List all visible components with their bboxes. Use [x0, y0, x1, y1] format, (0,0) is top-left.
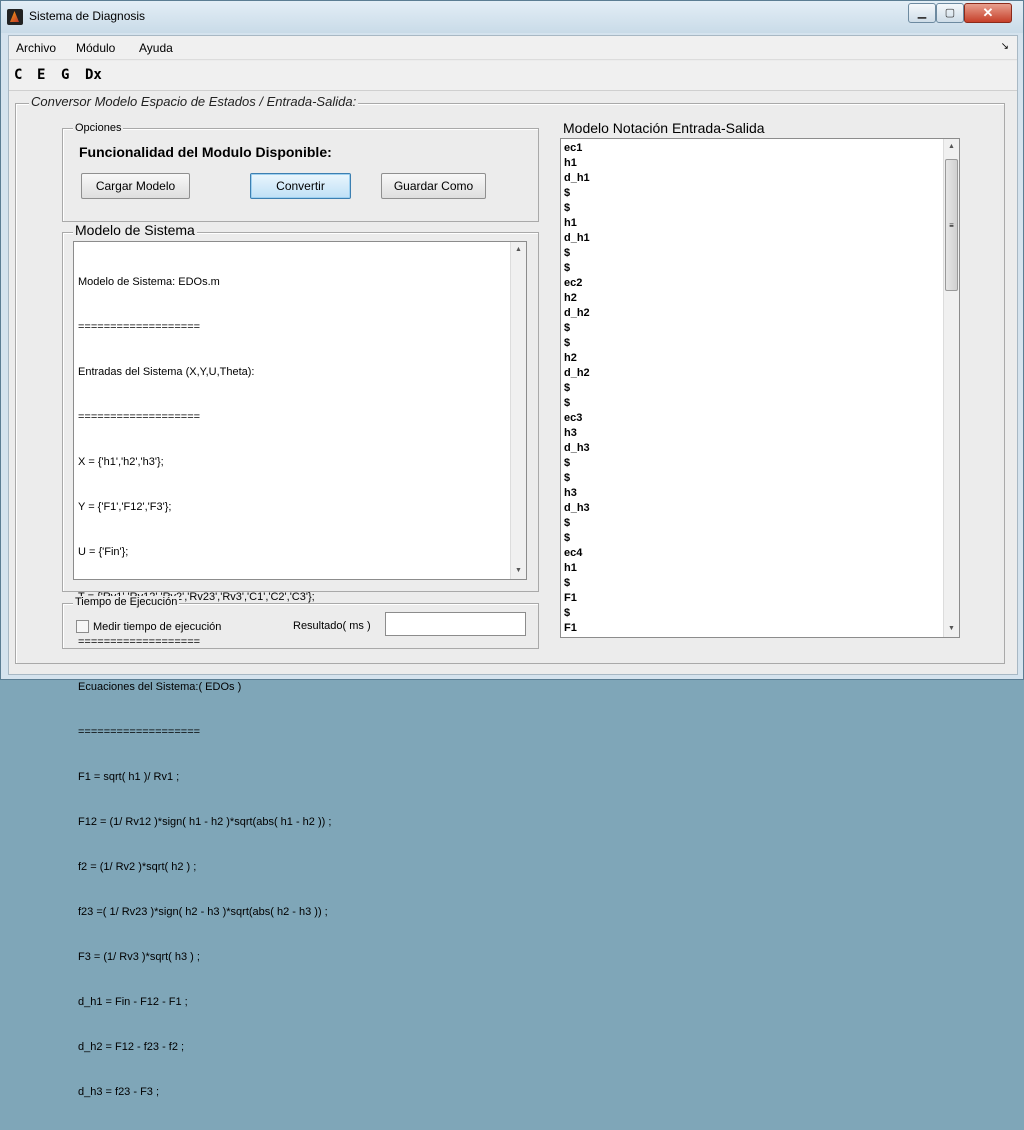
list-item[interactable]: $: [564, 201, 934, 216]
list-item[interactable]: h2: [564, 291, 934, 306]
list-item[interactable]: F1: [564, 621, 934, 636]
list-item[interactable]: $: [564, 186, 934, 201]
save-as-button[interactable]: Guardar Como: [381, 173, 486, 199]
load-model-button[interactable]: Cargar Modelo: [81, 173, 190, 199]
code-line: d_h3 = f23 - F3 ;: [78, 1086, 160, 1098]
execution-time-panel-title: Tiempo de Ejecución: [73, 596, 180, 608]
system-model-panel-title: Modelo de Sistema: [73, 222, 197, 238]
app-window: Sistema de Diagnosis ▁ ▢ ✕ Archivo Módul…: [0, 0, 1024, 1098]
code-line: U = {'Fin'};: [78, 546, 129, 558]
scroll-up-icon[interactable]: ▲: [944, 139, 959, 155]
list-item[interactable]: d_h2: [564, 306, 934, 321]
menu-ayuda[interactable]: Ayuda: [139, 41, 173, 55]
measure-time-label: Medir tiempo de ejecución: [93, 621, 222, 633]
tool-e-button[interactable]: E: [37, 67, 45, 83]
tool-g-button[interactable]: G: [61, 67, 69, 83]
scroll-down-icon[interactable]: ▼: [944, 621, 959, 637]
toolbar: C E G Dx: [9, 61, 1017, 91]
code-line: d_h1 = Fin - F12 - F1 ;: [78, 996, 188, 1008]
maximize-button[interactable]: ▢: [936, 3, 964, 23]
list-item[interactable]: h1: [564, 156, 934, 171]
menu-overflow-icon[interactable]: ↘: [1001, 41, 1009, 52]
result-ms-input[interactable]: [385, 612, 526, 636]
menu-archivo[interactable]: Archivo: [16, 41, 56, 55]
result-ms-label: Resultado( ms ): [293, 620, 371, 632]
title-bar[interactable]: Sistema de Diagnosis ▁ ▢ ✕: [1, 1, 1023, 33]
client-area: Archivo Módulo Ayuda ↘ C E G Dx Converso…: [8, 35, 1018, 1098]
list-item[interactable]: $: [564, 576, 934, 591]
list-item[interactable]: $: [564, 456, 934, 471]
list-item[interactable]: h1: [564, 216, 934, 231]
code-line: f23 =( 1/ Rv23 )*sign( h2 - h3 )*sqrt(ab…: [78, 906, 328, 918]
menu-bar: Archivo Módulo Ayuda ↘: [9, 36, 1017, 60]
io-model-lines: ec1 h1 d_h1 $ $ h1 d_h1 $ $ ec2 h2 d_h2 $ $ h2 d_h2 $ $ ec…: [564, 141, 934, 637]
list-item[interactable]: ec4: [564, 546, 934, 561]
system-model-textbox[interactable]: Modelo de Sistema: EDOs.m ==============…: [73, 241, 527, 1098]
list-item[interactable]: h1: [564, 561, 934, 576]
matlab-app-icon: [7, 9, 23, 25]
list-item[interactable]: ec3: [564, 411, 934, 426]
convert-button[interactable]: Convertir: [250, 173, 351, 199]
close-button[interactable]: ✕: [964, 3, 1012, 23]
list-item[interactable]: h3: [564, 426, 934, 441]
code-line: f2 = (1/ Rv2 )*sqrt( h2 ) ;: [78, 861, 197, 873]
list-item[interactable]: h3: [564, 486, 934, 501]
list-item[interactable]: $: [564, 261, 934, 276]
scroll-up-icon[interactable]: ▲: [511, 242, 526, 258]
options-heading: Funcionalidad del Modulo Disponible:: [79, 144, 332, 160]
list-item[interactable]: d_h3: [564, 441, 934, 456]
list-item[interactable]: F1: [564, 591, 934, 606]
converter-panel-title: Conversor Modelo Espacio de Estados / En…: [29, 94, 359, 109]
list-item[interactable]: $: [564, 246, 934, 261]
code-line: F1 = sqrt( h1 )/ Rv1 ;: [78, 771, 180, 783]
io-model-title: Modelo Notación Entrada-Salida: [561, 120, 767, 136]
list-item[interactable]: ec2: [564, 276, 934, 291]
menu-modulo[interactable]: Módulo: [76, 41, 115, 55]
code-line: F3 = (1/ Rv3 )*sqrt( h3 ) ;: [78, 951, 200, 963]
code-line: ===================: [78, 411, 201, 423]
list-item[interactable]: ec1: [564, 141, 934, 156]
list-item[interactable]: $: [564, 471, 934, 486]
list-item[interactable]: $: [564, 516, 934, 531]
list-item[interactable]: $: [564, 396, 934, 411]
list-item[interactable]: d_h3: [564, 501, 934, 516]
code-line: Ecuaciones del Sistema:( EDOs ): [78, 681, 242, 693]
system-model-lines: Modelo de Sistema: EDOs.m ==============…: [78, 245, 508, 1130]
list-item[interactable]: d_h2: [564, 366, 934, 381]
list-item[interactable]: $: [564, 381, 934, 396]
code-line: ===================: [78, 321, 201, 333]
list-item[interactable]: $: [564, 336, 934, 351]
io-model-scrollbar[interactable]: ▲ ≡ ▼: [943, 139, 959, 637]
io-model-listbox[interactable]: ec1 h1 d_h1 $ $ h1 d_h1 $ $ ec2 h2 d_h2 $ $ h2 d_h2 $ $ ec…: [560, 138, 960, 638]
minimize-button[interactable]: ▁: [908, 3, 936, 23]
tool-dx-button[interactable]: Dx: [85, 67, 102, 83]
code-line: Y = {'F1','F12','F3'};: [78, 501, 172, 513]
window-title: Sistema de Diagnosis: [29, 9, 146, 23]
list-item[interactable]: h1: [564, 636, 934, 637]
tool-c-button[interactable]: C: [14, 67, 22, 83]
list-item[interactable]: d_h1: [564, 231, 934, 246]
options-panel-title: Opciones: [73, 122, 124, 134]
code-line: Modelo de Sistema: EDOs.m: [78, 276, 220, 288]
list-item[interactable]: h2: [564, 351, 934, 366]
scroll-thumb-grip-icon[interactable]: ≡: [945, 159, 958, 291]
list-item[interactable]: d_h1: [564, 171, 934, 186]
code-line: d_h2 = F12 - f23 - f2 ;: [78, 1041, 185, 1053]
measure-time-checkbox[interactable]: [76, 620, 89, 633]
code-line: F12 = (1/ Rv12 )*sign( h1 - h2 )*sqrt(ab…: [78, 816, 332, 828]
scroll-down-icon[interactable]: ▼: [511, 563, 526, 579]
list-item[interactable]: $: [564, 321, 934, 336]
code-line: ===================: [78, 726, 201, 738]
code-line: Entradas del Sistema (X,Y,U,Theta):: [78, 366, 255, 378]
list-item[interactable]: $: [564, 531, 934, 546]
system-model-scrollbar[interactable]: ▲ ▼: [510, 242, 526, 579]
list-item[interactable]: $: [564, 606, 934, 621]
code-line: X = {'h1','h2','h3'};: [78, 456, 164, 468]
